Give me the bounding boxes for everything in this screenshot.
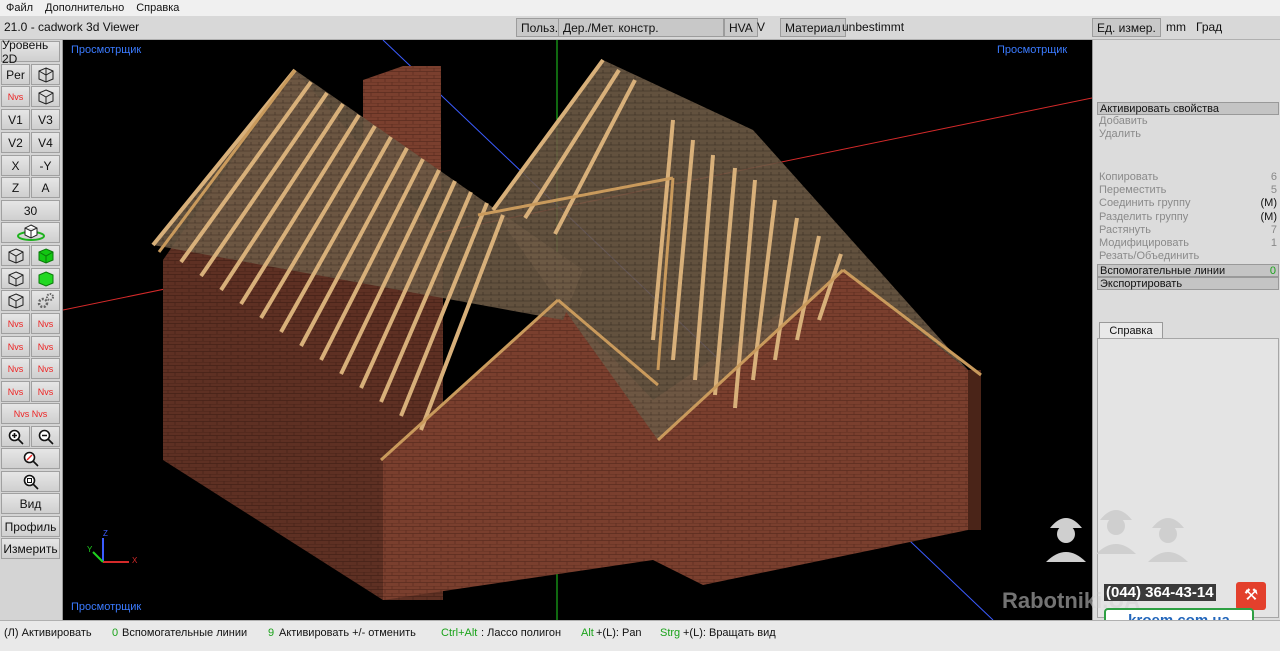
hidden-line-cube-icon[interactable] xyxy=(1,268,30,289)
status-key-9: 9 xyxy=(268,627,275,639)
red-button-3[interactable]: Nvs xyxy=(1,336,30,357)
cut-join-button[interactable]: Резать/Объединить xyxy=(1097,250,1279,263)
activate-properties-button[interactable]: Активировать свойства xyxy=(1097,102,1279,115)
red-button-1[interactable]: Nvs xyxy=(1,313,30,334)
menu-extra[interactable]: Дополнительно xyxy=(39,0,130,16)
red-button-7[interactable]: Nvs xyxy=(1,381,30,402)
gears-icon[interactable] xyxy=(31,290,60,311)
red-button-8[interactable]: Nvs xyxy=(31,381,60,402)
red-button-6[interactable]: Nvs xyxy=(31,358,60,379)
status-activate: (Л) Активировать xyxy=(4,627,92,639)
status-rotate: +(L): Вращать вид xyxy=(683,627,776,639)
v-toggle[interactable]: V xyxy=(757,20,765,34)
join-group-button[interactable]: Соединить группу (M) xyxy=(1097,197,1279,210)
3d-model-scene[interactable] xyxy=(63,40,1092,620)
helper-lines-button[interactable]: Вспомогательные линии 0 xyxy=(1097,264,1279,277)
status-pan: +(L): Pan xyxy=(596,627,642,639)
user-button[interactable]: Польз. xyxy=(516,18,564,37)
green-cube-icon[interactable] xyxy=(31,245,60,266)
help-area xyxy=(1097,338,1279,618)
status-key-0: 0 xyxy=(112,627,119,639)
zoom-in-icon[interactable] xyxy=(1,426,30,447)
units-mm[interactable]: mm xyxy=(1166,20,1186,34)
phone-number: (044) 364-43-14 xyxy=(1104,584,1216,601)
stretch-button[interactable]: Растянуть 7 xyxy=(1097,224,1279,237)
zoom-window-icon[interactable] xyxy=(1,471,60,492)
delete-button[interactable]: Удалить xyxy=(1097,128,1279,141)
measure-button[interactable]: Измерить xyxy=(1,538,60,559)
material-label: Материал xyxy=(780,18,846,37)
view-a-button[interactable]: A xyxy=(31,177,60,198)
perspective-button[interactable]: Per xyxy=(1,64,30,85)
worker-icon xyxy=(1096,510,1136,554)
view-v3-button[interactable]: V3 xyxy=(31,109,60,130)
hammer-logo-icon: ⚒ xyxy=(1236,582,1266,610)
red-button-5[interactable]: Nvs xyxy=(1,358,30,379)
status-key-ctrl-alt: Ctrl+Alt xyxy=(441,627,478,639)
copy-button[interactable]: Копировать 6 xyxy=(1097,171,1279,184)
title-bar: 21.0 - cadwork 3d Viewer Польз. Дер./Мет… xyxy=(0,16,1280,40)
3d-viewport[interactable]: Просмотрщик Просмотрщик Просмотрщик Z X … xyxy=(63,40,1092,620)
export-button[interactable]: Экспортировать xyxy=(1097,277,1279,290)
app-title: 21.0 - cadwork 3d Viewer xyxy=(4,20,140,34)
red-wide-button[interactable]: Nvs Nvs xyxy=(1,403,60,424)
view-button[interactable]: Вид xyxy=(1,493,60,514)
units-degrees[interactable]: Град xyxy=(1196,20,1222,34)
red-button-2[interactable]: Nvs xyxy=(31,313,60,334)
menu-file[interactable]: Файл xyxy=(0,0,39,16)
red-button-4[interactable]: Nvs xyxy=(31,336,60,357)
status-key-alt: Alt xyxy=(581,627,594,639)
axis-label-y: Y xyxy=(87,545,93,554)
red-view-button[interactable]: Nvs xyxy=(1,86,30,107)
zoom-out-icon[interactable] xyxy=(31,426,60,447)
axis-label-z: Z xyxy=(103,529,108,538)
angle-30-button[interactable]: 30 xyxy=(1,200,60,221)
view-v1-button[interactable]: V1 xyxy=(1,109,30,130)
construction-select[interactable]: Дер./Мет. констр. xyxy=(558,18,724,37)
wire-cube-icon[interactable] xyxy=(1,245,30,266)
cube-icon[interactable] xyxy=(31,86,60,107)
tab-help[interactable]: Справка xyxy=(1099,322,1163,339)
worker-icon xyxy=(1148,518,1188,562)
status-bar: (Л) Активировать 0 Вспомогательные линии… xyxy=(0,620,1280,651)
rotate-cube-icon[interactable] xyxy=(1,222,60,243)
worker-icon xyxy=(1046,518,1086,562)
status-activate-cancel: Активировать +/- отменить xyxy=(279,627,416,639)
profile-button[interactable]: Профиль xyxy=(1,516,60,537)
outline-cube-icon[interactable] xyxy=(1,290,30,311)
solid-cube-icon[interactable] xyxy=(31,268,60,289)
status-helper-lines: Вспомогательные линии xyxy=(122,627,248,639)
right-house-edge xyxy=(968,370,981,530)
viewer-label-bottom-left: Просмотрщик xyxy=(71,601,142,613)
view-v4-button[interactable]: V4 xyxy=(31,132,60,153)
view-neg-y-button[interactable]: -Y xyxy=(31,155,60,176)
level-2d-button[interactable]: Уровень 2D xyxy=(1,38,60,66)
menu-help[interactable]: Справка xyxy=(130,0,185,16)
status-lasso: : Лассо полигон xyxy=(481,627,562,639)
axis-gizmo xyxy=(92,538,129,563)
modify-button[interactable]: Модифицировать 1 xyxy=(1097,237,1279,250)
units-label: Ед. измер. xyxy=(1092,18,1161,37)
view-z-button[interactable]: Z xyxy=(1,177,30,198)
hva-button[interactable]: HVA xyxy=(724,18,758,37)
viewer-label-top-left: Просмотрщик xyxy=(71,44,142,56)
cube-wire-icon[interactable] xyxy=(31,64,60,85)
status-key-strg: Strg xyxy=(660,627,681,639)
viewer-label-top-right: Просмотрщик xyxy=(997,44,1068,56)
view-x-button[interactable]: X xyxy=(1,155,30,176)
move-button[interactable]: Переместить 5 xyxy=(1097,184,1279,197)
add-button[interactable]: Добавить xyxy=(1097,115,1279,128)
view-v2-button[interactable]: V2 xyxy=(1,132,30,153)
zoom-all-icon[interactable] xyxy=(1,448,60,469)
menu-bar: Файл Дополнительно Справка xyxy=(0,0,1280,16)
material-value[interactable]: unbestimmt xyxy=(842,20,904,34)
left-toolbar: Уровень 2D Per Nvs V1 V3 V2 V4 X -Y Z A … xyxy=(0,38,63,620)
axis-label-x: X xyxy=(132,556,138,565)
split-group-button[interactable]: Разделить группу (M) xyxy=(1097,211,1279,224)
